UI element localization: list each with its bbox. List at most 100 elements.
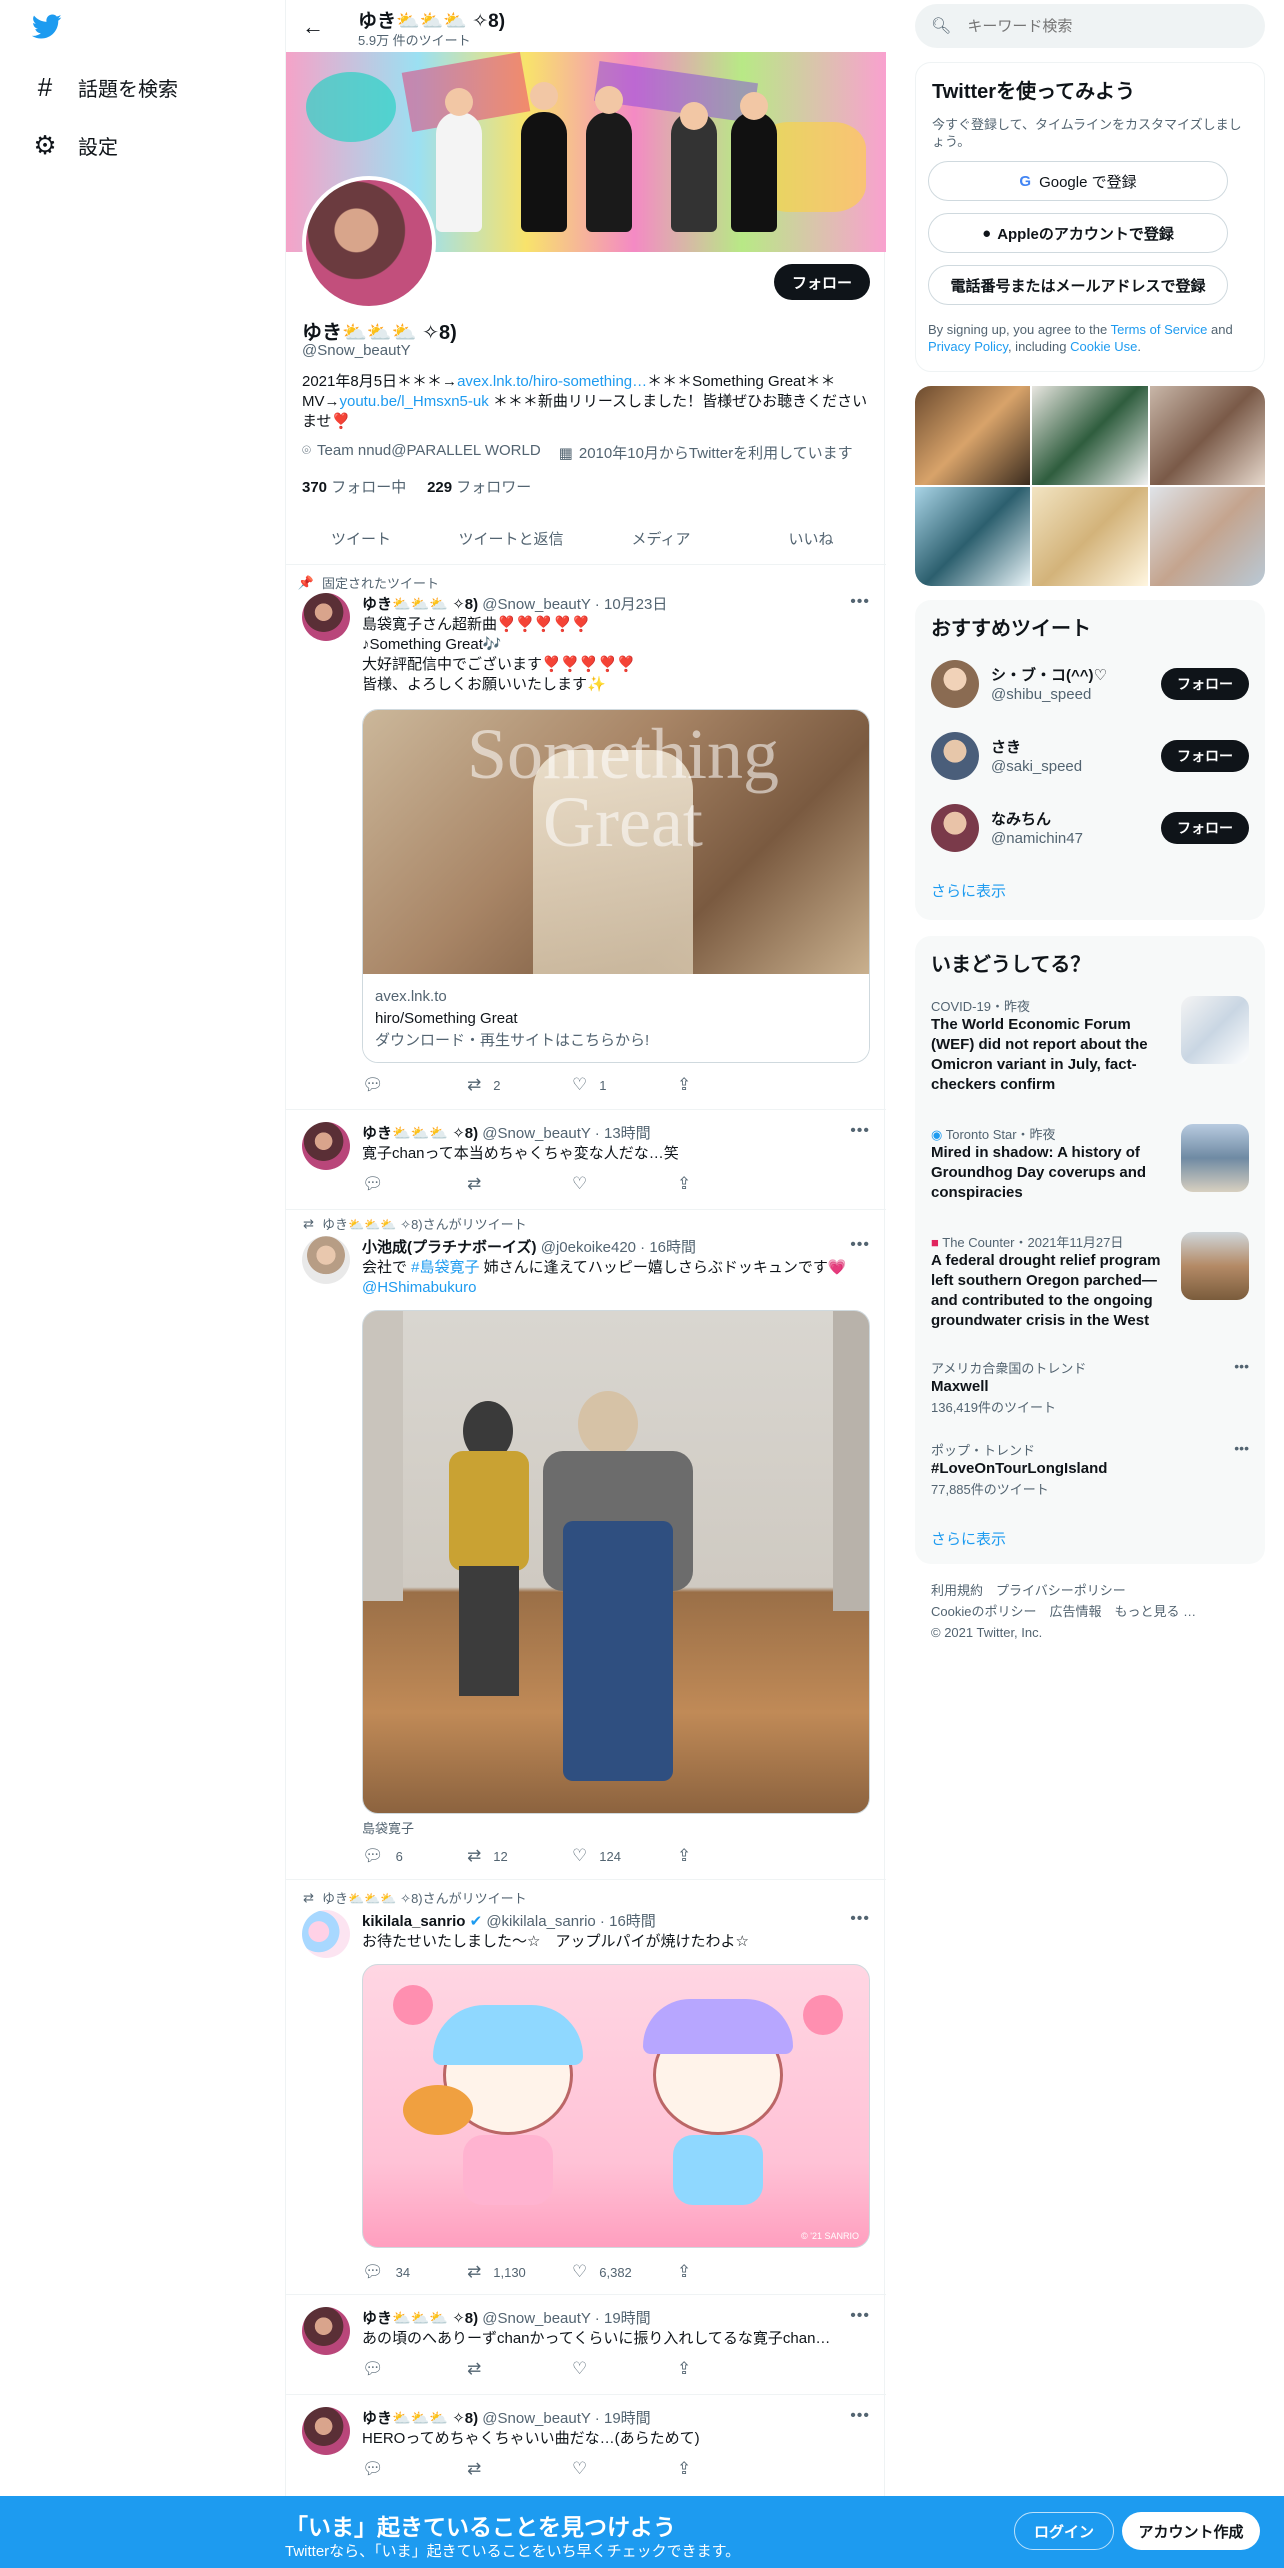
- more-icon[interactable]: •••: [1234, 1440, 1249, 1456]
- retweet-button[interactable]: ⇄: [467, 2359, 572, 2379]
- search-bar[interactable]: 🔍︎: [915, 4, 1265, 48]
- more-icon[interactable]: •••: [850, 1236, 870, 1254]
- share-button[interactable]: ⇪: [677, 2262, 782, 2282]
- tweet[interactable]: ⇄ ゆき⛅⛅⛅ ✧8)さんがリツイート 小池成(プラチナボーイズ) @j0ekoi…: [286, 1210, 886, 1880]
- apple-signup-button[interactable]: ● Appleのアカウントで登録: [928, 213, 1228, 253]
- media-thumb[interactable]: [1149, 487, 1265, 586]
- share-button[interactable]: ⇪: [677, 2459, 782, 2479]
- avatar[interactable]: [302, 2407, 350, 2455]
- reply-button[interactable]: 💬︎: [362, 2459, 467, 2479]
- avatar[interactable]: [302, 593, 350, 641]
- share-button[interactable]: ⇪: [677, 1075, 782, 1095]
- reply-button[interactable]: 💬︎: [362, 2359, 467, 2379]
- retweet-button[interactable]: ⇄: [467, 2459, 572, 2479]
- more-icon[interactable]: •••: [850, 2407, 870, 2425]
- terms-link[interactable]: Terms of Service: [1111, 322, 1208, 337]
- avatar[interactable]: [302, 1122, 350, 1170]
- media-thumb[interactable]: [915, 487, 1031, 586]
- show-more-link[interactable]: さらに表示: [931, 1528, 1006, 1549]
- like-button[interactable]: ♡: [572, 2459, 677, 2479]
- reply-button[interactable]: 💬︎: [362, 1075, 467, 1095]
- search-input[interactable]: [967, 17, 1248, 35]
- tweet[interactable]: ⇄ ゆき⛅⛅⛅ ✧8)さんがリツイート kikilala_sanrio ✔ @ki…: [286, 1880, 886, 2295]
- tweet[interactable]: 📌 固定されたツイート ゆき⛅⛅⛅ ✧8) @Snow_beautY · 10月2…: [286, 565, 886, 1110]
- avatar[interactable]: [931, 660, 979, 708]
- suggested-user[interactable]: なみちん @namichin47 フォロー: [931, 800, 1249, 856]
- avatar[interactable]: [931, 804, 979, 852]
- retweet-button[interactable]: ⇄ 1,130: [467, 2262, 572, 2282]
- trend-item[interactable]: ■ The Counter・2021年11月27日 A federal drou…: [931, 1232, 1249, 1352]
- tweet[interactable]: ゆき⛅⛅⛅ ✧8) @Snow_beautY · 13時間 ••• 寛子chan…: [286, 1110, 886, 1210]
- google-signup-button[interactable]: G Google で登録: [928, 161, 1228, 201]
- twitter-logo-icon[interactable]: [32, 14, 62, 40]
- trend-item[interactable]: アメリカ合衆国のトレンド Maxwell 136,419件のツイート •••: [931, 1358, 1249, 1428]
- create-account-button[interactable]: アカウント作成: [1122, 2512, 1260, 2550]
- like-button[interactable]: ♡: [572, 2359, 677, 2379]
- like-button[interactable]: ♡ 124: [572, 1846, 677, 1866]
- more-icon[interactable]: •••: [850, 2307, 870, 2325]
- tab-tweets[interactable]: ツイート: [286, 512, 436, 564]
- avatar[interactable]: [302, 2307, 350, 2355]
- profile-avatar[interactable]: [302, 176, 436, 310]
- more-icon[interactable]: •••: [850, 1122, 870, 1140]
- nav-settings[interactable]: ⚙ 設定: [32, 125, 118, 165]
- follow-user-button[interactable]: フォロー: [1161, 812, 1249, 844]
- like-button[interactable]: ♡ 1: [572, 1075, 677, 1095]
- phone-email-signup-button[interactable]: 電話番号またはメールアドレスで登録: [928, 265, 1228, 305]
- follow-user-button[interactable]: フォロー: [1161, 740, 1249, 772]
- tab-likes[interactable]: いいね: [736, 512, 886, 564]
- share-button[interactable]: ⇪: [677, 2359, 782, 2379]
- back-arrow-icon[interactable]: ←: [298, 12, 328, 42]
- tweet-photo[interactable]: [362, 1310, 870, 1814]
- media-thumb[interactable]: [1032, 487, 1148, 586]
- bio-link-avex[interactable]: avex.lnk.to/hiro-something…: [457, 373, 647, 390]
- privacy-link[interactable]: Privacy Policy: [928, 339, 1008, 354]
- more-icon[interactable]: •••: [850, 1910, 870, 1928]
- media-thumb[interactable]: [1149, 386, 1265, 485]
- media-thumb[interactable]: [915, 386, 1031, 485]
- trend-item[interactable]: COVID-19・昨夜 The World Economic Forum (WE…: [931, 996, 1249, 1106]
- tweet[interactable]: ゆき⛅⛅⛅ ✧8) @Snow_beautY · 19時間 ••• HEROって…: [286, 2395, 886, 2495]
- more-icon[interactable]: •••: [1234, 1358, 1249, 1374]
- mention-link[interactable]: @HShimabukuro: [362, 1279, 476, 1296]
- author-name[interactable]: ゆき⛅⛅⛅ ✧8): [362, 596, 478, 613]
- follow-button[interactable]: フォロー: [774, 264, 870, 300]
- tab-media[interactable]: メディア: [586, 512, 736, 564]
- retweet-button[interactable]: ⇄ 2: [467, 1075, 572, 1095]
- reply-button[interactable]: 💬︎ 34: [362, 2262, 467, 2282]
- reply-button[interactable]: 💬︎: [362, 1174, 467, 1194]
- share-button[interactable]: ⇪: [677, 1174, 782, 1194]
- avatar[interactable]: [302, 1910, 350, 1958]
- follow-user-button[interactable]: フォロー: [1161, 668, 1249, 700]
- author-name[interactable]: ゆき⛅⛅⛅ ✧8): [362, 2310, 478, 2327]
- tweet[interactable]: ゆき⛅⛅⛅ ✧8) @Snow_beautY · 19時間 ••• あの頃のへあ…: [286, 2295, 886, 2395]
- author-name[interactable]: 小池成(プラチナボーイズ): [362, 1239, 537, 1256]
- hashtag-link[interactable]: #島袋寛子: [411, 1259, 479, 1276]
- media-thumb[interactable]: [1032, 386, 1148, 485]
- avatar[interactable]: [931, 732, 979, 780]
- like-button[interactable]: ♡: [572, 1174, 677, 1194]
- show-more-link[interactable]: さらに表示: [931, 880, 1006, 901]
- trend-item[interactable]: ポップ・トレンド #LoveOnTourLongIsland 77,885件のツ…: [931, 1440, 1249, 1510]
- footer-line[interactable]: Cookieのポリシー 広告情報 もっと見る …: [931, 1601, 1251, 1622]
- avatar[interactable]: [302, 1236, 350, 1284]
- retweet-button[interactable]: ⇄: [467, 1174, 572, 1194]
- suggested-user[interactable]: さき @saki_speed フォロー: [931, 728, 1249, 784]
- login-button[interactable]: ログイン: [1014, 2512, 1114, 2550]
- link-card[interactable]: Something Great avex.lnk.to hiro/Somethi…: [362, 709, 870, 1063]
- cookie-link[interactable]: Cookie Use: [1070, 339, 1137, 354]
- reply-button[interactable]: 💬︎ 6: [362, 1846, 467, 1866]
- author-name[interactable]: ゆき⛅⛅⛅ ✧8): [362, 2410, 478, 2427]
- retweet-button[interactable]: ⇄ 12: [467, 1846, 572, 1866]
- like-button[interactable]: ♡ 6,382: [572, 2262, 677, 2282]
- tweet-image[interactable]: © '21 SANRIO: [362, 1964, 870, 2248]
- tab-tweets-replies[interactable]: ツイートと返信: [436, 512, 586, 564]
- suggested-user[interactable]: シ・ブ・コ(^^)♡ @shibu_speed フォロー: [931, 656, 1249, 712]
- author-name[interactable]: kikilala_sanrio: [362, 1913, 465, 1930]
- bio-link-youtube[interactable]: youtu.be/l_Hmsxn5-uk: [340, 393, 489, 410]
- media-tag[interactable]: 島袋寛子: [362, 1818, 414, 1837]
- followers-link[interactable]: 229 フォロワー: [427, 479, 531, 496]
- footer-line[interactable]: 利用規約 プライバシーポリシー: [931, 1580, 1251, 1601]
- trend-item[interactable]: ◉ Toronto Star・昨夜 Mired in shadow: A his…: [931, 1124, 1249, 1224]
- following-link[interactable]: 370 フォロー中: [302, 479, 406, 496]
